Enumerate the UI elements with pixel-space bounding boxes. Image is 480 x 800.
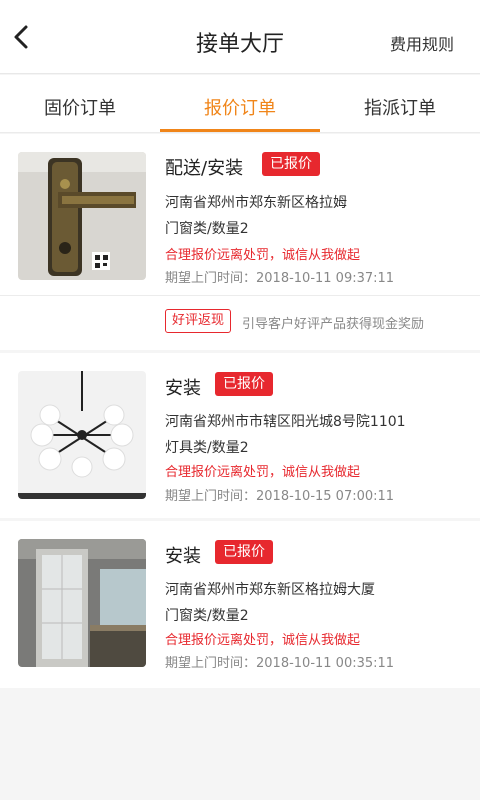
promo-text: 引导客户好评产品获得现金奖励 [242, 317, 425, 332]
promo-tag: 好评返现 [165, 309, 232, 333]
warning-text: 合理报价远离处罚，诚信从我做起 [165, 465, 361, 480]
product-image-door [18, 539, 146, 667]
order-card[interactable]: 配送/安装 已报价 河南省郑州市郑东新区格拉姆 门窗类/数量2 合理报价远离处罚… [0, 134, 480, 350]
order-address: 河南省郑州市郑东新区格拉姆大厦 [165, 582, 375, 598]
tab-assigned[interactable]: 指派订单 [320, 75, 480, 132]
order-category: 灯具类/数量2 [165, 440, 249, 456]
product-image-door-handle [18, 152, 146, 280]
status-badge: 已报价 [215, 372, 273, 396]
order-category: 门窗类/数量2 [165, 221, 249, 237]
warning-text: 合理报价远离处罚，诚信从我做起 [165, 248, 361, 263]
fee-rules-button[interactable]: 费用规则 [390, 31, 454, 55]
status-badge: 已报价 [215, 540, 273, 564]
order-category: 门窗类/数量2 [165, 608, 249, 624]
expected-time: 期望上门时间：2018-10-15 07:00:11 [165, 489, 395, 504]
order-tabs: 固价订单 报价订单 指派订单 [0, 75, 480, 133]
service-type: 安装 [165, 378, 201, 399]
service-type: 安装 [165, 546, 201, 567]
tab-fixed-price[interactable]: 固价订单 [0, 75, 160, 132]
order-address: 河南省郑州市郑东新区格拉姆 [165, 195, 347, 211]
warning-text: 合理报价远离处罚，诚信从我做起 [165, 633, 361, 648]
expected-time: 期望上门时间：2018-10-11 00:35:11 [165, 656, 395, 671]
promo-row: 好评返现 引导客户好评产品获得现金奖励 [0, 295, 480, 350]
service-type: 配送/安装 [165, 158, 244, 179]
tab-quote[interactable]: 报价订单 [160, 75, 320, 132]
top-bar: 接单大厅 费用规则 [0, 0, 480, 74]
status-badge: 已报价 [262, 152, 320, 176]
order-address: 河南省郑州市市辖区阳光城8号院1101 [165, 414, 406, 430]
order-card[interactable]: 安装 已报价 河南省郑州市郑东新区格拉姆大厦 门窗类/数量2 合理报价远离处罚，… [0, 521, 480, 688]
expected-time: 期望上门时间：2018-10-11 09:37:11 [165, 271, 395, 286]
order-card[interactable]: 安装 已报价 河南省郑州市市辖区阳光城8号院1101 灯具类/数量2 合理报价远… [0, 353, 480, 518]
product-image-chandelier [18, 371, 146, 499]
